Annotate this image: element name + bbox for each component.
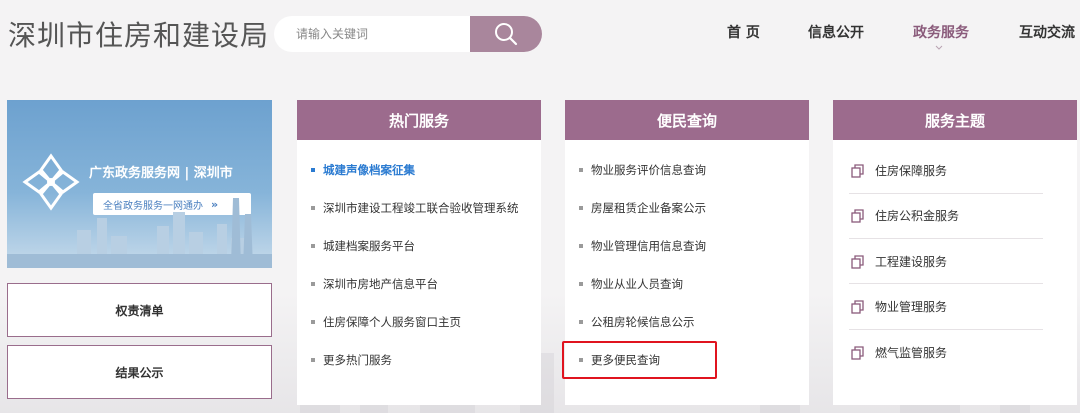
hot-service-label: 深圳市房地产信息平台	[323, 277, 438, 291]
bullet-icon	[311, 244, 315, 248]
query-link[interactable]: 房屋租赁企业备案公示	[579, 200, 706, 216]
topic-link-gas-supervision[interactable]: 燃气监管服务	[851, 344, 1043, 361]
topic-link-property-mgmt[interactable]: 物业管理服务	[851, 298, 1043, 315]
topic-label: 工程建设服务	[875, 255, 948, 269]
query-link[interactable]: 物业管理信用信息查询	[579, 238, 706, 254]
topic-label: 燃气监管服务	[875, 346, 948, 360]
copy-icon	[851, 254, 865, 269]
topic-label: 住房公积金服务	[875, 209, 960, 223]
panel-hot-services: 热门服务 城建声像档案征集 深圳市建设工程竣工联合验收管理系统 城建档案服务平台…	[297, 100, 541, 405]
query-label: 房屋租赁企业备案公示	[591, 201, 706, 215]
nav-gov-services[interactable]: 政务服务	[913, 22, 969, 50]
bullet-icon	[579, 206, 583, 210]
query-label: 公租房轮候信息公示	[591, 315, 695, 329]
nav-info-disclosure[interactable]: 信息公开	[808, 22, 864, 42]
panel-convenience-queries-title: 便民查询	[565, 100, 809, 140]
hot-service-label: 城建档案服务平台	[323, 239, 415, 253]
city-skyline-image	[7, 198, 272, 268]
banner-title: 广东政务服务网 | 深圳市	[89, 166, 233, 181]
divider	[849, 193, 1043, 194]
hot-service-link[interactable]: 城建档案服务平台	[311, 238, 415, 254]
divider	[849, 238, 1043, 239]
nav-gov-services-label: 政务服务	[913, 25, 969, 41]
bullet-icon	[311, 282, 315, 286]
chevron-down-icon	[935, 45, 943, 50]
search-bar	[274, 16, 542, 52]
panel-service-topics-title: 服务主题	[833, 100, 1077, 140]
bullet-icon	[311, 358, 315, 362]
more-hot-services-link[interactable]: 更多热门服务	[311, 352, 392, 368]
topic-link-provident-fund[interactable]: 住房公积金服务	[851, 207, 1043, 224]
search-button[interactable]	[470, 16, 542, 52]
topic-label: 住房保障服务	[875, 164, 948, 178]
hot-service-link[interactable]: 城建声像档案征集	[311, 162, 415, 178]
copy-icon	[851, 345, 865, 360]
query-label: 物业服务评价信息查询	[591, 163, 706, 177]
bullet-icon	[311, 320, 315, 324]
bullet-icon	[311, 206, 315, 210]
bullet-icon	[579, 282, 583, 286]
hot-service-link[interactable]: 深圳市房地产信息平台	[311, 276, 438, 292]
hot-service-label: 住房保障个人服务窗口主页	[323, 315, 461, 329]
copy-icon	[851, 208, 865, 223]
result-publicity-button[interactable]: 结果公示	[7, 345, 272, 399]
hot-service-label: 城建声像档案征集	[323, 163, 415, 177]
panel-convenience-queries: 便民查询 物业服务评价信息查询 房屋租赁企业备案公示 物业管理信用信息查询 物业…	[565, 100, 809, 405]
copy-icon	[851, 163, 865, 178]
nav-home[interactable]: 首 页	[727, 22, 760, 42]
topic-label: 物业管理服务	[875, 300, 948, 314]
query-link[interactable]: 物业从业人员查询	[579, 276, 683, 292]
hot-service-link[interactable]: 深圳市建设工程竣工联合验收管理系统	[311, 200, 519, 216]
divider	[849, 329, 1043, 330]
gd-gov-service-banner[interactable]: 广东政务服务网 | 深圳市 全省政务服务一网通办 »	[7, 100, 272, 268]
bullet-icon	[311, 168, 315, 172]
query-link[interactable]: 物业服务评价信息查询	[579, 162, 706, 178]
site-title: 深圳市住房和建设局	[8, 19, 270, 52]
hot-service-label: 深圳市建设工程竣工联合验收管理系统	[323, 201, 519, 215]
search-icon	[495, 23, 518, 46]
search-input[interactable]	[274, 16, 470, 52]
query-label: 物业从业人员查询	[591, 277, 683, 291]
topic-link-housing-security[interactable]: 住房保障服务	[851, 162, 1043, 179]
hot-service-label: 更多热门服务	[323, 353, 392, 367]
bullet-icon	[579, 244, 583, 248]
topic-link-construction[interactable]: 工程建设服务	[851, 253, 1043, 270]
nav-interaction[interactable]: 互动交流	[1019, 22, 1075, 42]
panel-service-topics: 服务主题 住房保障服务 住房公积金服务 工程建设服务 物业管理服务 燃气监管服务	[833, 100, 1077, 405]
query-link[interactable]: 公租房轮候信息公示	[579, 314, 695, 330]
divider	[849, 283, 1043, 284]
bullet-icon	[579, 358, 583, 362]
panel-hot-services-title: 热门服务	[297, 100, 541, 140]
more-queries-link[interactable]: 更多便民查询	[579, 352, 660, 368]
query-label: 物业管理信用信息查询	[591, 239, 706, 253]
hot-service-link[interactable]: 住房保障个人服务窗口主页	[311, 314, 461, 330]
power-list-button[interactable]: 权责清单	[7, 283, 272, 337]
copy-icon	[851, 299, 865, 314]
bullet-icon	[579, 320, 583, 324]
bullet-icon	[579, 168, 583, 172]
query-label: 更多便民查询	[591, 353, 660, 367]
